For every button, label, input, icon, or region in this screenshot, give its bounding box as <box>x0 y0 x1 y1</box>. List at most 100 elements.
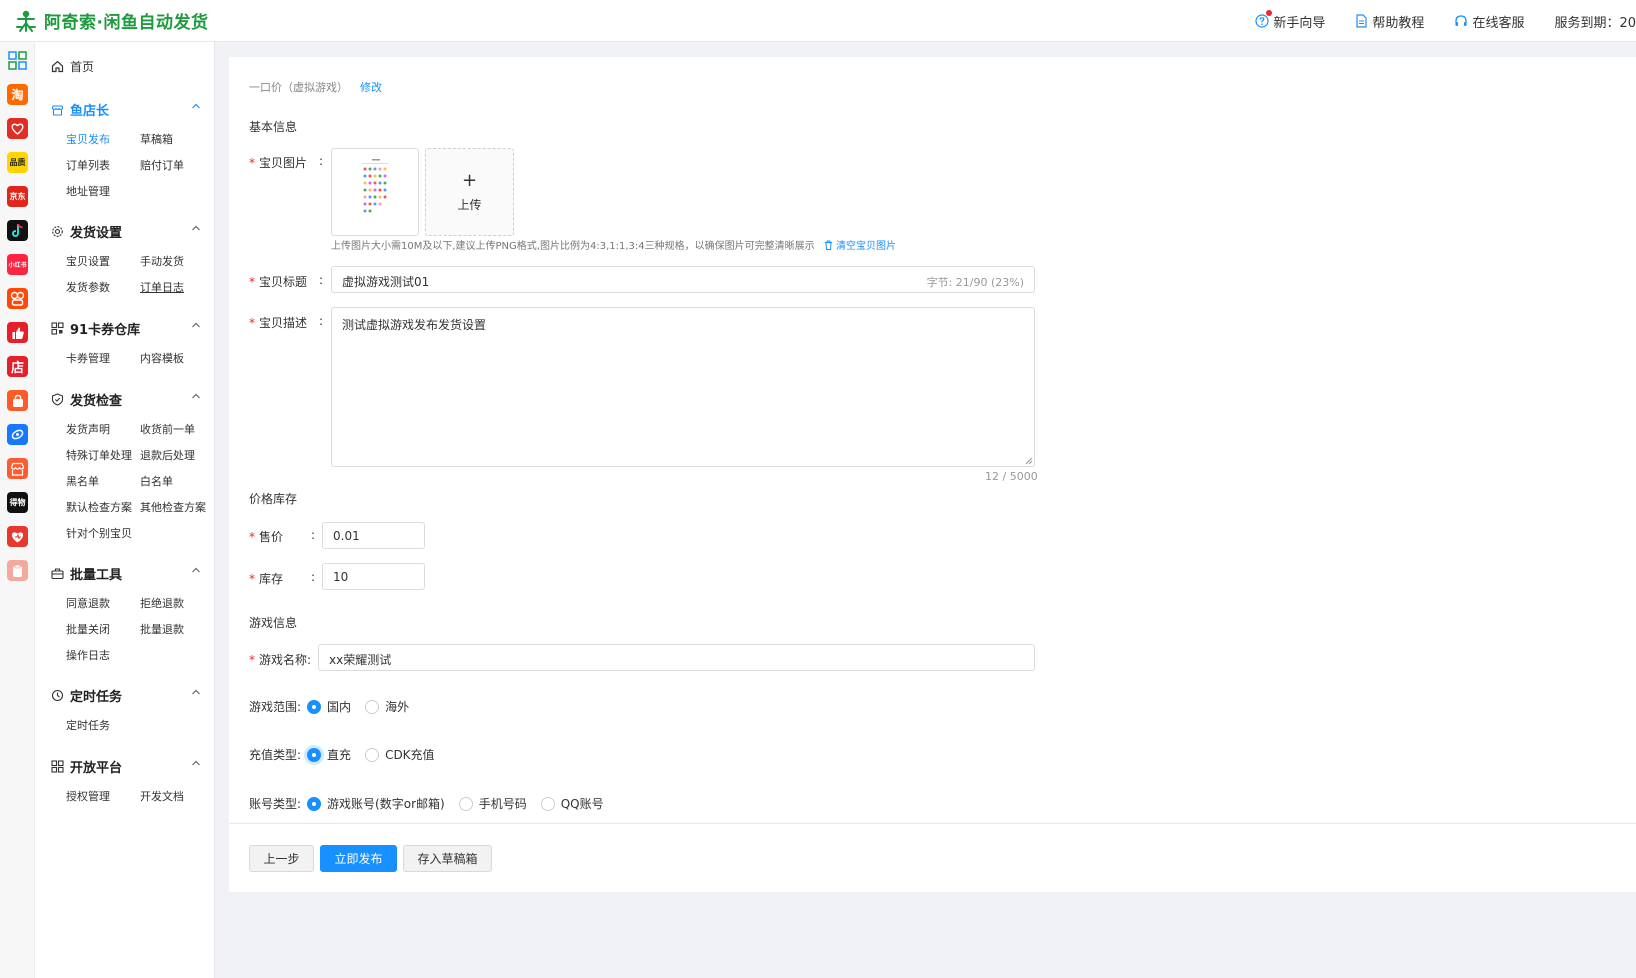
sidebar-item-agree-refund[interactable]: 同意退款 <box>66 595 110 611</box>
shield-icon <box>51 393 64 406</box>
sidebar-item-specific-item[interactable]: 针对个别宝贝 <box>66 525 132 541</box>
game-name-input[interactable]: xx荣耀测试 <box>318 644 1035 671</box>
gear-icon <box>52 226 63 237</box>
stock-input[interactable]: 10 <box>322 563 425 590</box>
sidebar-item-default-check[interactable]: 默认检查方案 <box>66 499 132 515</box>
required-mark: * <box>249 653 255 667</box>
clipboard-icon[interactable] <box>7 560 28 581</box>
sidebar-item-batch-refund[interactable]: 批量退款 <box>140 621 184 637</box>
sidebar-item-manual-delivery[interactable]: 手动发货 <box>140 253 184 269</box>
sidebar-item-card-manage[interactable]: 卡券管理 <box>66 350 110 366</box>
bag-icon[interactable] <box>7 390 28 411</box>
publish-now-button[interactable]: 立即发布 <box>320 845 397 872</box>
item-title-input[interactable]: 虚拟游戏测试01 字节: 21/90 (23%) <box>331 266 1035 293</box>
haoxiang-icon[interactable]: 品质 <box>7 152 28 173</box>
sidebar-item-order-log[interactable]: 订单日志 <box>140 279 184 295</box>
sidebar-item-drafts[interactable]: 草稿箱 <box>140 131 173 147</box>
clear-images-link[interactable]: 清空宝贝图片 <box>824 240 896 252</box>
notification-dot <box>1266 9 1273 16</box>
game-scope-group: 游戏范围: 国内 海外 <box>249 698 410 715</box>
upload-image-button[interactable]: + 上传 <box>425 148 514 236</box>
sidebar-group-scheduled-tasks[interactable]: 定时任务 <box>51 686 201 705</box>
section-basic-info: 基本信息 <box>249 120 298 134</box>
account-game-radio[interactable]: 游戏账号(数字or邮箱) <box>307 795 445 812</box>
prev-step-button[interactable]: 上一步 <box>249 845 314 872</box>
headset-icon <box>1455 15 1468 26</box>
guide-link[interactable]: 新手向导 <box>1255 9 1326 31</box>
document-icon <box>1356 14 1368 28</box>
sidebar-item-auth-manage[interactable]: 授权管理 <box>66 788 110 804</box>
shop-icon[interactable] <box>7 458 28 479</box>
tutorial-link[interactable]: 帮助教程 <box>1355 12 1424 31</box>
sidebar-item-after-refund[interactable]: 退款后处理 <box>140 447 195 463</box>
platform-rail: 淘 品质 京东 小红书 店 得物 <box>0 42 35 978</box>
game-name-label: * 游戏名称: <box>249 653 312 667</box>
kuaishou-icon[interactable] <box>7 288 28 309</box>
sidebar-item-scheduled-task[interactable]: 定时任务 <box>66 717 110 733</box>
sidebar-item-before-receipt[interactable]: 收货前一单 <box>140 421 195 437</box>
sidebar-item-whitelist[interactable]: 白名单 <box>140 473 173 489</box>
guide-label: 新手向导 <box>1273 15 1326 31</box>
sidebar-item-delivery-statement[interactable]: 发货声明 <box>66 421 110 437</box>
sidebar-item-orders[interactable]: 订单列表 <box>66 157 110 173</box>
sidebar-group-batch-tools[interactable]: 批量工具 <box>51 564 201 583</box>
save-draft-button[interactable]: 存入草稿箱 <box>403 845 492 872</box>
stock-label: * 库存 <box>249 572 284 586</box>
tutorial-label: 帮助教程 <box>1372 15 1425 31</box>
sidebar-item-reject-refund[interactable]: 拒绝退款 <box>140 595 184 611</box>
support-label: 在线客服 <box>1472 15 1525 31</box>
edit-category-link[interactable]: 修改 <box>360 81 382 94</box>
link-icon[interactable] <box>7 424 28 445</box>
sidebar-item-address[interactable]: 地址管理 <box>66 183 110 199</box>
thumb-icon[interactable] <box>7 322 28 343</box>
sidebar-group-delivery-settings[interactable]: 发货设置 <box>51 222 201 241</box>
top-header: 阿奇索·闲鱼自动发货 新手向导 帮助教程 在线客服 服务到期：20 <box>0 0 1636 42</box>
sidebar-item-operation-log[interactable]: 操作日志 <box>66 647 110 663</box>
required-mark: * <box>249 316 255 330</box>
required-mark: * <box>249 530 255 544</box>
heart-icon[interactable] <box>7 526 28 547</box>
sidebar-item-other-check[interactable]: 其他检查方案 <box>140 499 206 515</box>
toolbox-icon <box>51 568 64 580</box>
sidebar-item-blacklist[interactable]: 黑名单 <box>66 473 99 489</box>
sidebar-item-compensation[interactable]: 赔付订单 <box>140 157 184 173</box>
jd-icon[interactable]: 京东 <box>7 186 28 207</box>
sidebar-item-dev-docs[interactable]: 开发文档 <box>140 788 184 804</box>
sidebar-item-home[interactable]: 首页 <box>51 58 94 75</box>
desc-char-counter: 12 / 5000 <box>985 470 1038 483</box>
store-icon[interactable]: 店 <box>7 356 28 377</box>
xiaohongshu-icon[interactable]: 小红书 <box>7 254 28 275</box>
grid-icon[interactable] <box>7 50 28 71</box>
sidebar-item-special-order[interactable]: 特殊订单处理 <box>66 447 132 463</box>
sidebar-group-open-platform[interactable]: 开放平台 <box>51 757 201 776</box>
sidebar-item-delivery-params[interactable]: 发货参数 <box>66 279 110 295</box>
expire-info: 服务到期：20 <box>1554 12 1636 31</box>
support-link[interactable]: 在线客服 <box>1454 12 1524 31</box>
chevron-up-icon <box>192 689 200 695</box>
sidebar-item-content-template[interactable]: 内容模板 <box>140 350 184 366</box>
douyin-icon[interactable] <box>7 220 28 241</box>
sidebar-item-batch-close[interactable]: 批量关闭 <box>66 621 110 637</box>
account-phone-radio[interactable]: 手机号码 <box>458 795 527 812</box>
scope-domestic-radio[interactable]: 国内 <box>307 698 351 715</box>
pinduoduo-icon[interactable] <box>7 118 28 139</box>
taobao-icon[interactable]: 淘 <box>7 84 28 105</box>
sidebar-item-item-settings[interactable]: 宝贝设置 <box>66 253 110 269</box>
brand-logo[interactable]: 阿奇索·闲鱼自动发货 <box>14 8 208 33</box>
item-image-thumbnail[interactable] <box>331 148 419 236</box>
sidebar-group-yudianzhang[interactable]: 鱼店长 <box>51 100 201 119</box>
publish-form-panel: 一口价（虚拟游戏） 修改 基本信息 * 宝贝图片 : + 上传 上传图片大小需10M… <box>229 57 1636 892</box>
resize-handle-icon[interactable] <box>1025 457 1033 465</box>
price-input[interactable]: 0.01 <box>322 522 425 549</box>
account-qq-radio[interactable]: QQ账号 <box>540 795 604 812</box>
recharge-cdk-radio[interactable]: CDK充值 <box>365 746 435 763</box>
sidebar-group-card-warehouse[interactable]: 91卡券仓库 <box>51 319 201 338</box>
sidebar-group-delivery-check[interactable]: 发货检查 <box>51 390 201 409</box>
item-description-textarea[interactable]: 测试虚拟游戏发布发货设置 <box>331 307 1035 467</box>
scope-overseas-radio[interactable]: 海外 <box>365 698 409 715</box>
chevron-up-icon <box>192 103 200 109</box>
dewu-icon[interactable]: 得物 <box>7 492 28 513</box>
sidebar-item-publish[interactable]: 宝贝发布 <box>66 131 110 147</box>
qr-icon <box>51 322 64 335</box>
recharge-direct-radio[interactable]: 直充 <box>307 746 351 763</box>
